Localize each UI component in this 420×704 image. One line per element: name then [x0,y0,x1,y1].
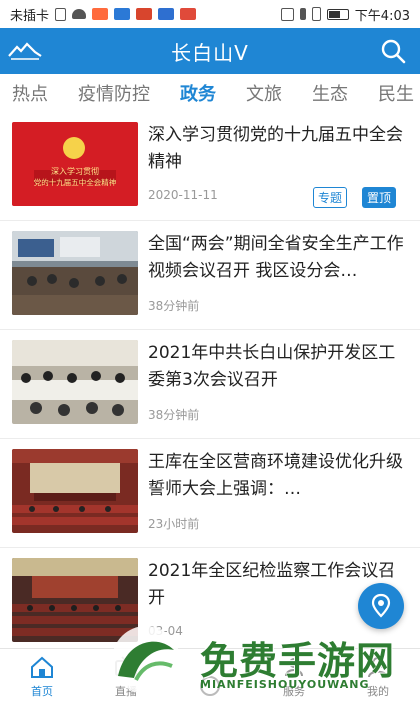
app-header: 长白山V [0,28,420,74]
vibrate-icon [311,7,321,21]
nav-mine[interactable]: 我的 [336,656,420,701]
news-item[interactable]: 深入学习贯彻 党的十九届五中全会精神 深入学习贯彻党的十九届五中全会精神 202… [0,112,420,221]
weibo-icon [136,8,153,20]
mail-icon [180,8,197,20]
status-bar: 未插卡 下午4:03 [0,0,420,28]
news-title: 深入学习贯彻党的十九届五中全会精神 [148,125,403,172]
service-icon [285,658,303,677]
news-thumbnail [12,558,138,642]
news-date: 2020-11-11 [148,188,218,202]
thumbnail-caption-line1: 深入学习贯彻 [51,166,99,176]
location-pin-icon [371,593,391,618]
tab-government[interactable]: 政务 [180,80,216,106]
tv-icon [115,656,137,676]
nav-center[interactable] [168,675,252,701]
nav-service[interactable]: 服务 [252,656,336,701]
app-notification-icon [92,8,109,20]
news-list: 深入学习贯彻 党的十九届五中全会精神 深入学习贯彻党的十九届五中全会精神 202… [0,112,420,657]
news-title: 王库在全区营商环境建设优化升级誓师大会上强调：… [148,452,403,499]
news-time: 03-04 [148,624,183,638]
topic-badge[interactable]: 专题 [313,187,348,208]
chat-notification-icon [114,8,131,20]
tab-epidemic[interactable]: 疫情防控 [78,80,150,106]
news-title: 2021年中共长白山保护开发区工委第3次会议召开 [148,343,396,390]
location-button[interactable] [358,583,404,629]
tab-ecology[interactable]: 生态 [312,80,348,106]
center-icon [200,676,220,696]
sim-icon [55,7,67,21]
news-item[interactable]: 2021年全区纪检监察工作会议召开 03-04 [0,548,420,657]
app-logo-icon [8,42,42,60]
nav-home[interactable]: 首页 [0,656,84,701]
tab-hot[interactable]: 热点 [12,80,48,106]
nav-live-label: 直播 [115,685,137,698]
nav-mine-label: 我的 [367,685,389,698]
nav-live[interactable]: 直播 [84,656,168,701]
status-time: 下午4:03 [354,8,410,24]
bottom-nav: 首页 直播 服务 我的 [0,648,420,701]
tab-livelihood[interactable]: 民生 [378,80,414,106]
news-title: 全国“两会”期间全省安全生产工作视频会议召开 我区设分会… [148,234,404,281]
news-item[interactable]: 2021年中共长白山保护开发区工委第3次会议召开 38分钟前 [0,330,420,439]
wifi-icon [72,9,87,19]
news-thumbnail: 深入学习贯彻 党的十九届五中全会精神 [12,122,138,206]
nfc-icon [280,7,294,21]
news-time: 38分钟前 [148,299,200,313]
category-tabs: 热点 疫情防控 政务 文旅 生态 民生 [0,74,420,112]
news-thumbnail [12,340,138,424]
nav-service-label: 服务 [283,685,305,698]
pinned-badge: 置顶 [362,187,397,208]
news-time: 23小时前 [148,517,200,531]
news-thumbnail [12,231,138,315]
news-item[interactable]: 全国“两会”期间全省安全生产工作视频会议召开 我区设分会… 38分钟前 [0,221,420,330]
home-icon [31,656,53,678]
thumbnail-caption-line2: 党的十九届五中全会精神 [34,177,117,187]
tab-culture-travel[interactable]: 文旅 [246,80,282,106]
news-thumbnail [12,449,138,533]
user-icon [368,657,388,678]
carrier-text: 未插卡 [10,8,50,24]
nav-home-label: 首页 [31,685,53,698]
bluetooth-icon [299,8,306,20]
news-time: 38分钟前 [148,408,200,422]
search-icon[interactable] [380,38,406,64]
news-app-icon [158,8,175,20]
battery-icon [326,8,349,20]
app-title: 长白山V [171,40,249,65]
news-item[interactable]: 王库在全区营商环境建设优化升级誓师大会上强调：… 23小时前 [0,439,420,548]
